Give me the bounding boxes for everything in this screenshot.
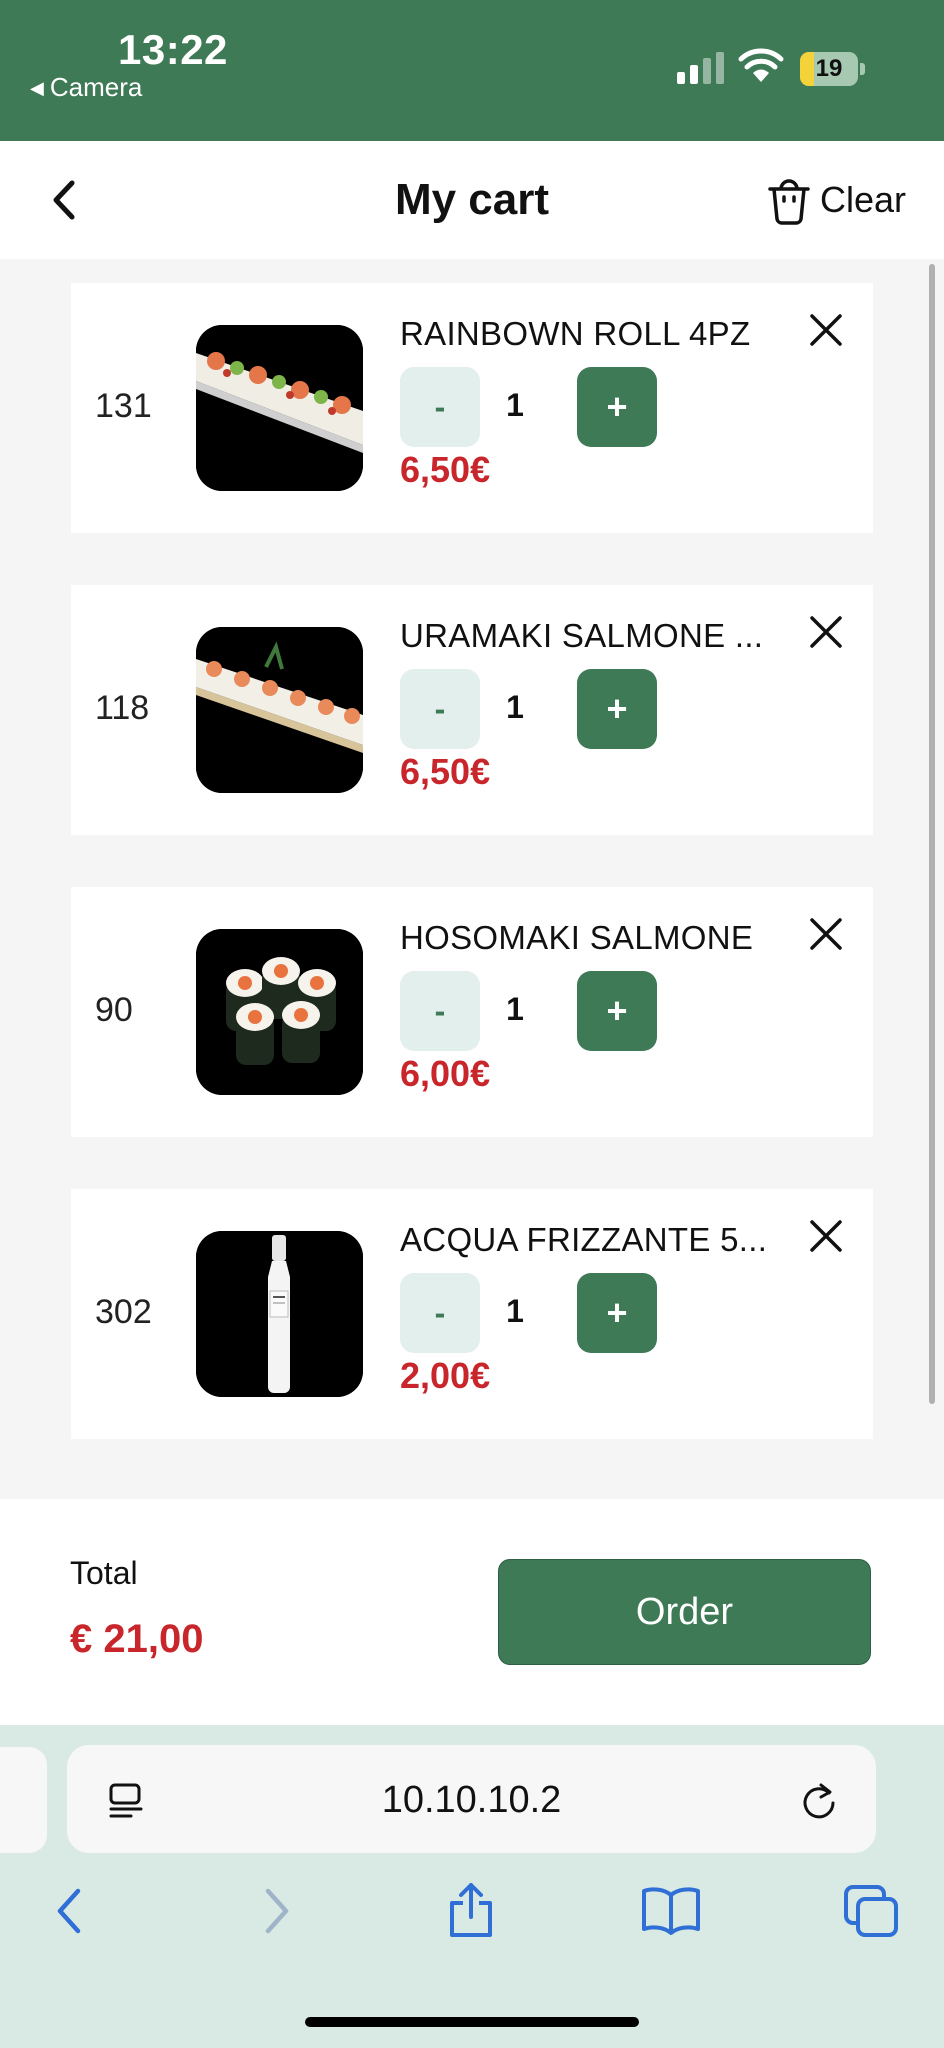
back-app-label: Camera	[49, 72, 143, 102]
reload-icon[interactable]	[799, 1781, 839, 1821]
item-name: RAINBOWN ROLL 4PZ	[400, 315, 751, 352]
chevron-right-icon[interactable]	[256, 1885, 296, 1937]
clear-label: Clear	[820, 179, 907, 220]
wifi-icon	[738, 48, 784, 82]
close-icon[interactable]	[807, 1217, 845, 1255]
header: My cart Clear	[0, 141, 944, 259]
item-price: 6,50€	[400, 751, 491, 792]
close-icon[interactable]	[807, 311, 845, 349]
item-price: 6,00€	[400, 1053, 491, 1094]
item-name: URAMAKI SALMONE ...	[400, 617, 764, 654]
scrollbar[interactable]	[929, 264, 935, 1404]
item-code: 131	[95, 387, 152, 425]
item-image	[196, 1231, 363, 1397]
increase-button[interactable]: +	[577, 367, 657, 447]
item-name: ACQUA FRIZZANTE 5...	[400, 1221, 768, 1258]
tabs-icon[interactable]	[842, 1883, 900, 1939]
clear-cart-button[interactable]: Clear	[766, 175, 906, 225]
decrease-button[interactable]: -	[400, 669, 480, 749]
chevron-left-icon[interactable]	[50, 1885, 90, 1937]
cart-item: 118 URAMAKI SALMONE ... - 1 + 6,50€	[71, 585, 873, 835]
trash-icon	[768, 179, 810, 225]
item-image	[196, 627, 363, 793]
item-quantity: 1	[506, 991, 524, 1027]
decrease-button[interactable]: -	[400, 367, 480, 447]
item-image	[196, 325, 363, 491]
increase-button[interactable]: +	[577, 669, 657, 749]
decrease-button[interactable]: -	[400, 971, 480, 1051]
decrease-button[interactable]: -	[400, 1273, 480, 1353]
close-icon[interactable]	[807, 613, 845, 651]
increase-button[interactable]: +	[577, 971, 657, 1051]
battery-icon: 19	[800, 52, 866, 86]
item-price: 6,50€	[400, 449, 491, 490]
book-icon[interactable]	[640, 1885, 702, 1935]
back-triangle-icon: ◀	[30, 78, 44, 98]
cart-item: 90 HOSOMAKI SALMONE - 1 + 6,00€	[71, 887, 873, 1137]
url-text: 10.10.10.2	[381, 1779, 562, 1821]
cart-item: 131 RAINBOWN ROLL 4PZ - 1 + 6,50€	[71, 283, 873, 533]
total-value: € 21,00	[70, 1617, 204, 1661]
total-label: Total	[70, 1555, 138, 1591]
battery-level: 19	[815, 55, 843, 82]
item-code: 90	[95, 991, 133, 1029]
item-price: 2,00€	[400, 1355, 491, 1396]
previous-tab-edge[interactable]	[0, 1747, 47, 1853]
cart-footer: Total € 21,00 Order	[0, 1499, 944, 1725]
item-image	[196, 929, 363, 1095]
item-quantity: 1	[506, 689, 524, 725]
close-icon[interactable]	[807, 915, 845, 953]
back-to-app[interactable]: ◀ Camera	[30, 72, 142, 103]
item-code: 118	[95, 689, 150, 727]
item-name: HOSOMAKI SALMONE	[400, 919, 754, 956]
increase-button[interactable]: +	[577, 1273, 657, 1353]
item-quantity: 1	[506, 1293, 524, 1329]
status-time: 13:22	[118, 26, 228, 73]
status-bar: 13:22 ◀ Camera 19	[0, 0, 944, 141]
order-button[interactable]: Order	[498, 1559, 871, 1665]
cellular-signal-icon	[677, 52, 724, 84]
address-bar[interactable]: 10.10.10.2	[67, 1745, 876, 1853]
cart-item: 302 ACQUA FRIZZANTE 5... - 1 + 2,00€	[71, 1189, 873, 1439]
item-quantity: 1	[506, 387, 524, 423]
share-icon[interactable]	[446, 1881, 496, 1939]
item-code: 302	[95, 1293, 152, 1331]
browser-toolbar: 10.10.10.2	[0, 1725, 944, 2048]
home-indicator[interactable]	[305, 2017, 639, 2027]
